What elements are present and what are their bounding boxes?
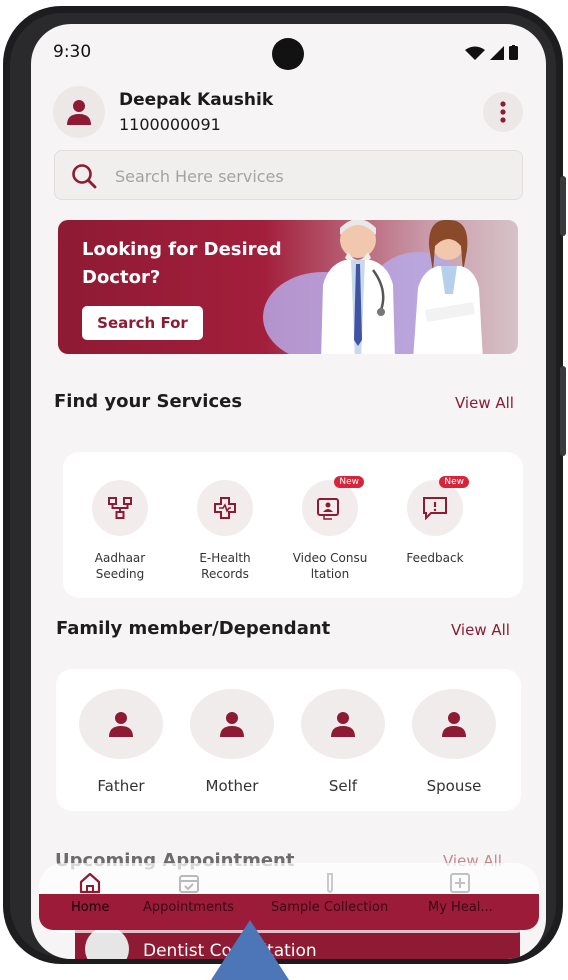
nav-my-health[interactable]: My Heal... — [428, 872, 493, 915]
app-screen: 9:30 Deepak Kaushik 1100000091 Search He… — [31, 24, 546, 959]
status-time: 9:30 — [53, 42, 92, 62]
family-member-label: Mother — [205, 777, 259, 795]
family-member-label: Self — [328, 777, 358, 795]
doctors-illustration — [321, 220, 483, 354]
search-input[interactable] — [113, 151, 497, 201]
services-card: Aadhaar Seeding E-Health Records New Vid… — [63, 452, 523, 598]
signal-icon — [490, 45, 504, 60]
user-id: 1100000091 — [119, 115, 221, 134]
status-icons — [465, 45, 518, 60]
health-plus-icon — [450, 873, 471, 893]
services-view-all-link[interactable]: View All — [455, 394, 514, 412]
user-icon — [220, 712, 244, 737]
feedback-icon — [423, 497, 447, 520]
nav-appointments[interactable]: Appointments — [143, 872, 234, 915]
power-button — [560, 366, 566, 456]
nav-label: Sample Collection — [271, 900, 389, 915]
service-label: Feedback — [406, 551, 464, 565]
family-member-label: Spouse — [426, 777, 482, 795]
new-badge: New — [334, 476, 364, 488]
user-name: Deepak Kaushik — [119, 90, 274, 110]
service-label: Aadhaar Seeding — [94, 551, 146, 581]
network-icon — [108, 497, 132, 519]
doctor-banner: Looking for Desired Doctor? Search For — [58, 220, 518, 354]
family-card: Father Mother Self Spouse — [56, 669, 521, 811]
phone-frame: 9:30 Deepak Kaushik 1100000091 Search He… — [3, 6, 566, 964]
family-member-father[interactable]: Father — [78, 689, 164, 795]
family-title: Family member/Dependant — [56, 618, 331, 639]
search-icon — [72, 164, 97, 189]
more-options-button[interactable] — [483, 92, 523, 132]
nav-label: Home — [71, 900, 110, 915]
services-title: Find your Services — [54, 391, 243, 412]
nav-sample-collection[interactable]: Sample Collection — [271, 872, 388, 915]
service-label: E-Health Records — [199, 551, 251, 581]
kebab-menu-icon — [500, 101, 506, 123]
service-feedback[interactable]: New Feedback — [389, 476, 481, 566]
profile-header: Deepak Kaushik 1100000091 — [53, 86, 523, 146]
nav-label: My Heal... — [428, 900, 493, 915]
video-call-icon — [317, 498, 339, 520]
front-camera — [272, 38, 304, 70]
nav-label: Appointments — [143, 900, 235, 915]
service-e-health-records[interactable]: E-Health Records — [179, 480, 271, 582]
battery-icon — [509, 45, 518, 60]
family-member-mother[interactable]: Mother — [189, 689, 275, 795]
test-tube-icon — [326, 873, 333, 893]
user-icon — [442, 712, 466, 737]
avatar[interactable] — [53, 86, 105, 138]
family-member-spouse[interactable]: Spouse — [411, 689, 497, 795]
user-icon — [67, 100, 91, 125]
family-view-all-link[interactable]: View All — [451, 621, 510, 639]
calendar-icon — [178, 875, 199, 893]
new-badge: New — [439, 476, 469, 488]
search-doctor-button[interactable]: Search For — [82, 306, 203, 340]
service-video-consultation[interactable]: New Video Consu ltation — [284, 476, 376, 582]
nav-home[interactable]: Home — [71, 872, 109, 915]
volume-button — [560, 176, 566, 236]
user-icon — [109, 712, 133, 737]
search-bar[interactable] — [54, 150, 523, 201]
pointer-arrow — [211, 920, 289, 980]
medical-cross-icon — [214, 497, 236, 519]
family-member-label: Father — [97, 777, 145, 795]
appointment-card[interactable]: Dentist Consultation — [75, 927, 520, 959]
status-bar: 9:30 — [31, 24, 546, 74]
user-icon — [331, 712, 355, 737]
service-label: Video Consu ltation — [292, 551, 368, 581]
wifi-icon — [465, 46, 485, 60]
home-icon — [80, 872, 101, 894]
service-aadhaar-seeding[interactable]: Aadhaar Seeding — [74, 480, 166, 582]
family-member-self[interactable]: Self — [300, 689, 386, 795]
